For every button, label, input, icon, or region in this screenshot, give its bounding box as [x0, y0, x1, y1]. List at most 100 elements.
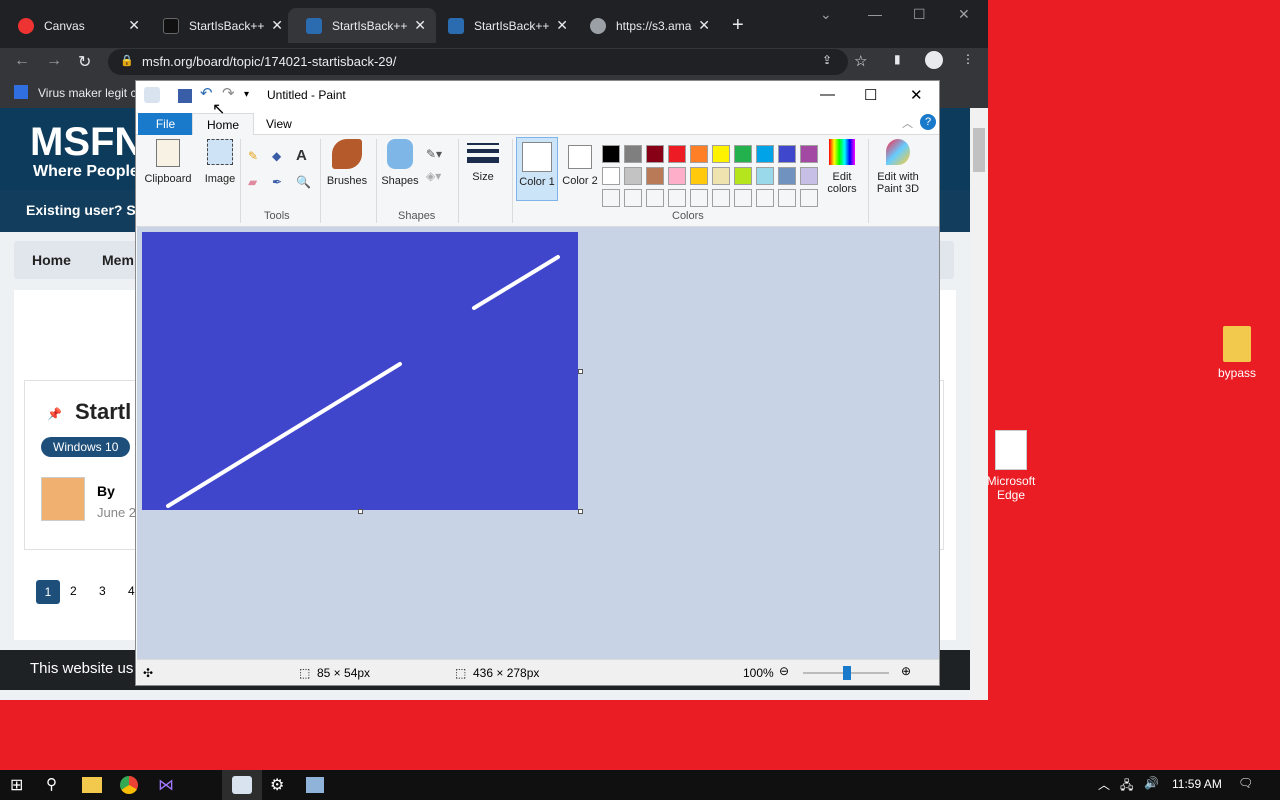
close-icon[interactable]: ✕	[698, 17, 710, 34]
save-icon[interactable]	[178, 89, 192, 103]
bookmark-item[interactable]: Virus maker legit c	[38, 86, 136, 100]
palette-swatch-empty[interactable]	[712, 189, 730, 207]
palette-swatch-empty[interactable]	[734, 189, 752, 207]
menu-icon[interactable]: ⋮	[962, 52, 974, 66]
palette-swatch[interactable]	[668, 145, 686, 163]
page-scrollbar[interactable]	[970, 108, 988, 700]
page-2[interactable]: 2	[70, 584, 77, 598]
file-explorer-icon[interactable]	[82, 777, 102, 793]
zoom-slider-thumb[interactable]	[843, 666, 851, 680]
resize-handle-bottom[interactable]	[358, 509, 363, 514]
outline-icon[interactable]: ✎▾	[426, 147, 442, 161]
palette-swatch-empty[interactable]	[690, 189, 708, 207]
tab-search-icon[interactable]: ⌄	[820, 6, 832, 23]
signin-link[interactable]: Existing user? Sig	[26, 202, 148, 218]
shape-fill-icon[interactable]: ◈▾	[426, 169, 441, 183]
tab-s3[interactable]: https://s3.ama ✕	[572, 8, 720, 43]
palette-swatch[interactable]	[800, 145, 818, 163]
tab-startisback-2[interactable]: StartIsBack++ ✕	[288, 8, 436, 43]
customize-qa-icon[interactable]: ▾	[244, 89, 260, 105]
minimize-button[interactable]: —	[868, 6, 882, 22]
page-3[interactable]: 3	[99, 584, 106, 598]
close-icon[interactable]: ✕	[271, 17, 283, 34]
start-button[interactable]: ⊞	[10, 775, 30, 795]
drawing-canvas[interactable]	[142, 232, 578, 510]
back-icon[interactable]: ←	[14, 52, 30, 70]
minimize-button[interactable]: —	[820, 86, 835, 103]
palette-swatch-empty[interactable]	[624, 189, 642, 207]
color1-button[interactable]: Color 1	[516, 137, 558, 201]
palette-swatch[interactable]	[668, 167, 686, 185]
maximize-button[interactable]: ☐	[864, 86, 877, 104]
text-icon[interactable]: A	[296, 147, 307, 164]
tab-view[interactable]: View	[252, 113, 306, 135]
new-tab-button[interactable]: +	[732, 14, 744, 37]
image-button[interactable]: Image	[200, 139, 240, 185]
clock[interactable]: 11:59 AM	[1172, 777, 1222, 791]
network-icon[interactable]: 🖧	[1120, 776, 1133, 797]
color2-button[interactable]: Color 2	[560, 137, 600, 187]
close-icon[interactable]: ✕	[128, 17, 140, 34]
profile-icon[interactable]	[925, 51, 943, 69]
scrollbar-thumb[interactable]	[973, 128, 985, 172]
palette-swatch[interactable]	[624, 167, 642, 185]
palette-swatch[interactable]	[690, 145, 708, 163]
palette-swatch[interactable]	[646, 167, 664, 185]
resize-handle-corner[interactable]	[578, 509, 583, 514]
brushes-button[interactable]: Brushes	[324, 139, 370, 187]
color-picker-icon[interactable]: ✒	[272, 175, 282, 189]
eraser-icon[interactable]: ▰	[248, 175, 257, 189]
palette-swatch[interactable]	[756, 145, 774, 163]
palette-swatch[interactable]	[778, 145, 796, 163]
share-icon[interactable]: ⇪	[822, 53, 832, 67]
maximize-button[interactable]: ☐	[913, 6, 926, 23]
palette-swatch[interactable]	[602, 145, 620, 163]
undo-icon[interactable]: ↶	[200, 84, 216, 102]
paint3d-button[interactable]: Edit with Paint 3D	[872, 139, 924, 195]
tab-startisback-1[interactable]: StartIsBack++ ✕	[145, 8, 293, 43]
close-button[interactable]: ✕	[910, 86, 923, 104]
palette-swatch[interactable]	[756, 167, 774, 185]
zoom-out-button[interactable]: ⊖	[779, 664, 789, 678]
volume-icon[interactable]: 🔊	[1144, 776, 1159, 790]
paint-app-icon[interactable]	[144, 87, 160, 103]
close-icon[interactable]: ✕	[556, 17, 568, 34]
tab-canvas[interactable]: Canvas ✕	[0, 8, 150, 43]
palette-swatch[interactable]	[734, 145, 752, 163]
sidepanel-icon[interactable]: ▮	[894, 52, 901, 66]
settings-icon[interactable]: ⚙	[270, 775, 290, 795]
palette-swatch[interactable]	[646, 145, 664, 163]
collapse-ribbon-icon[interactable]: ︿	[902, 115, 913, 131]
breadcrumb-members[interactable]: Mem	[102, 252, 134, 268]
desktop-icon-bypass[interactable]: bypass	[1202, 326, 1272, 380]
tab-file[interactable]: File	[138, 113, 193, 135]
size-button[interactable]: Size	[464, 143, 502, 183]
help-icon[interactable]: ?	[920, 114, 936, 130]
palette-swatch-empty[interactable]	[800, 189, 818, 207]
reload-icon[interactable]: ↻	[78, 52, 91, 72]
tray-chevron-icon[interactable]: ︿	[1098, 776, 1110, 793]
palette-swatch[interactable]	[800, 167, 818, 185]
zoom-slider[interactable]	[803, 666, 889, 680]
avatar[interactable]	[41, 477, 85, 521]
palette-swatch[interactable]	[712, 167, 730, 185]
omnibox[interactable]: 🔒 msfn.org/board/topic/174021-startisbac…	[108, 49, 848, 75]
notifications-icon[interactable]: 🗨	[1238, 776, 1253, 790]
chrome-icon[interactable]	[120, 776, 138, 794]
palette-swatch-empty[interactable]	[646, 189, 664, 207]
shapes-button[interactable]: Shapes	[380, 139, 420, 187]
palette-swatch[interactable]	[690, 167, 708, 185]
close-button[interactable]: ✕	[958, 6, 970, 23]
palette-swatch-empty[interactable]	[668, 189, 686, 207]
search-icon[interactable]: ⚲	[46, 775, 66, 795]
forward-icon[interactable]: →	[46, 52, 62, 70]
pencil-icon[interactable]: ✎	[248, 149, 258, 163]
zoom-in-button[interactable]: ⊕	[901, 664, 911, 678]
magnifier-icon[interactable]: 🔍	[296, 175, 311, 189]
palette-swatch[interactable]	[778, 167, 796, 185]
star-icon[interactable]: ☆	[854, 52, 867, 70]
fill-icon[interactable]: ◆	[272, 149, 281, 163]
redo-icon[interactable]: ↷	[222, 84, 238, 102]
tag-badge[interactable]: Windows 10	[41, 437, 131, 457]
paint-taskbar-item[interactable]	[222, 770, 262, 800]
